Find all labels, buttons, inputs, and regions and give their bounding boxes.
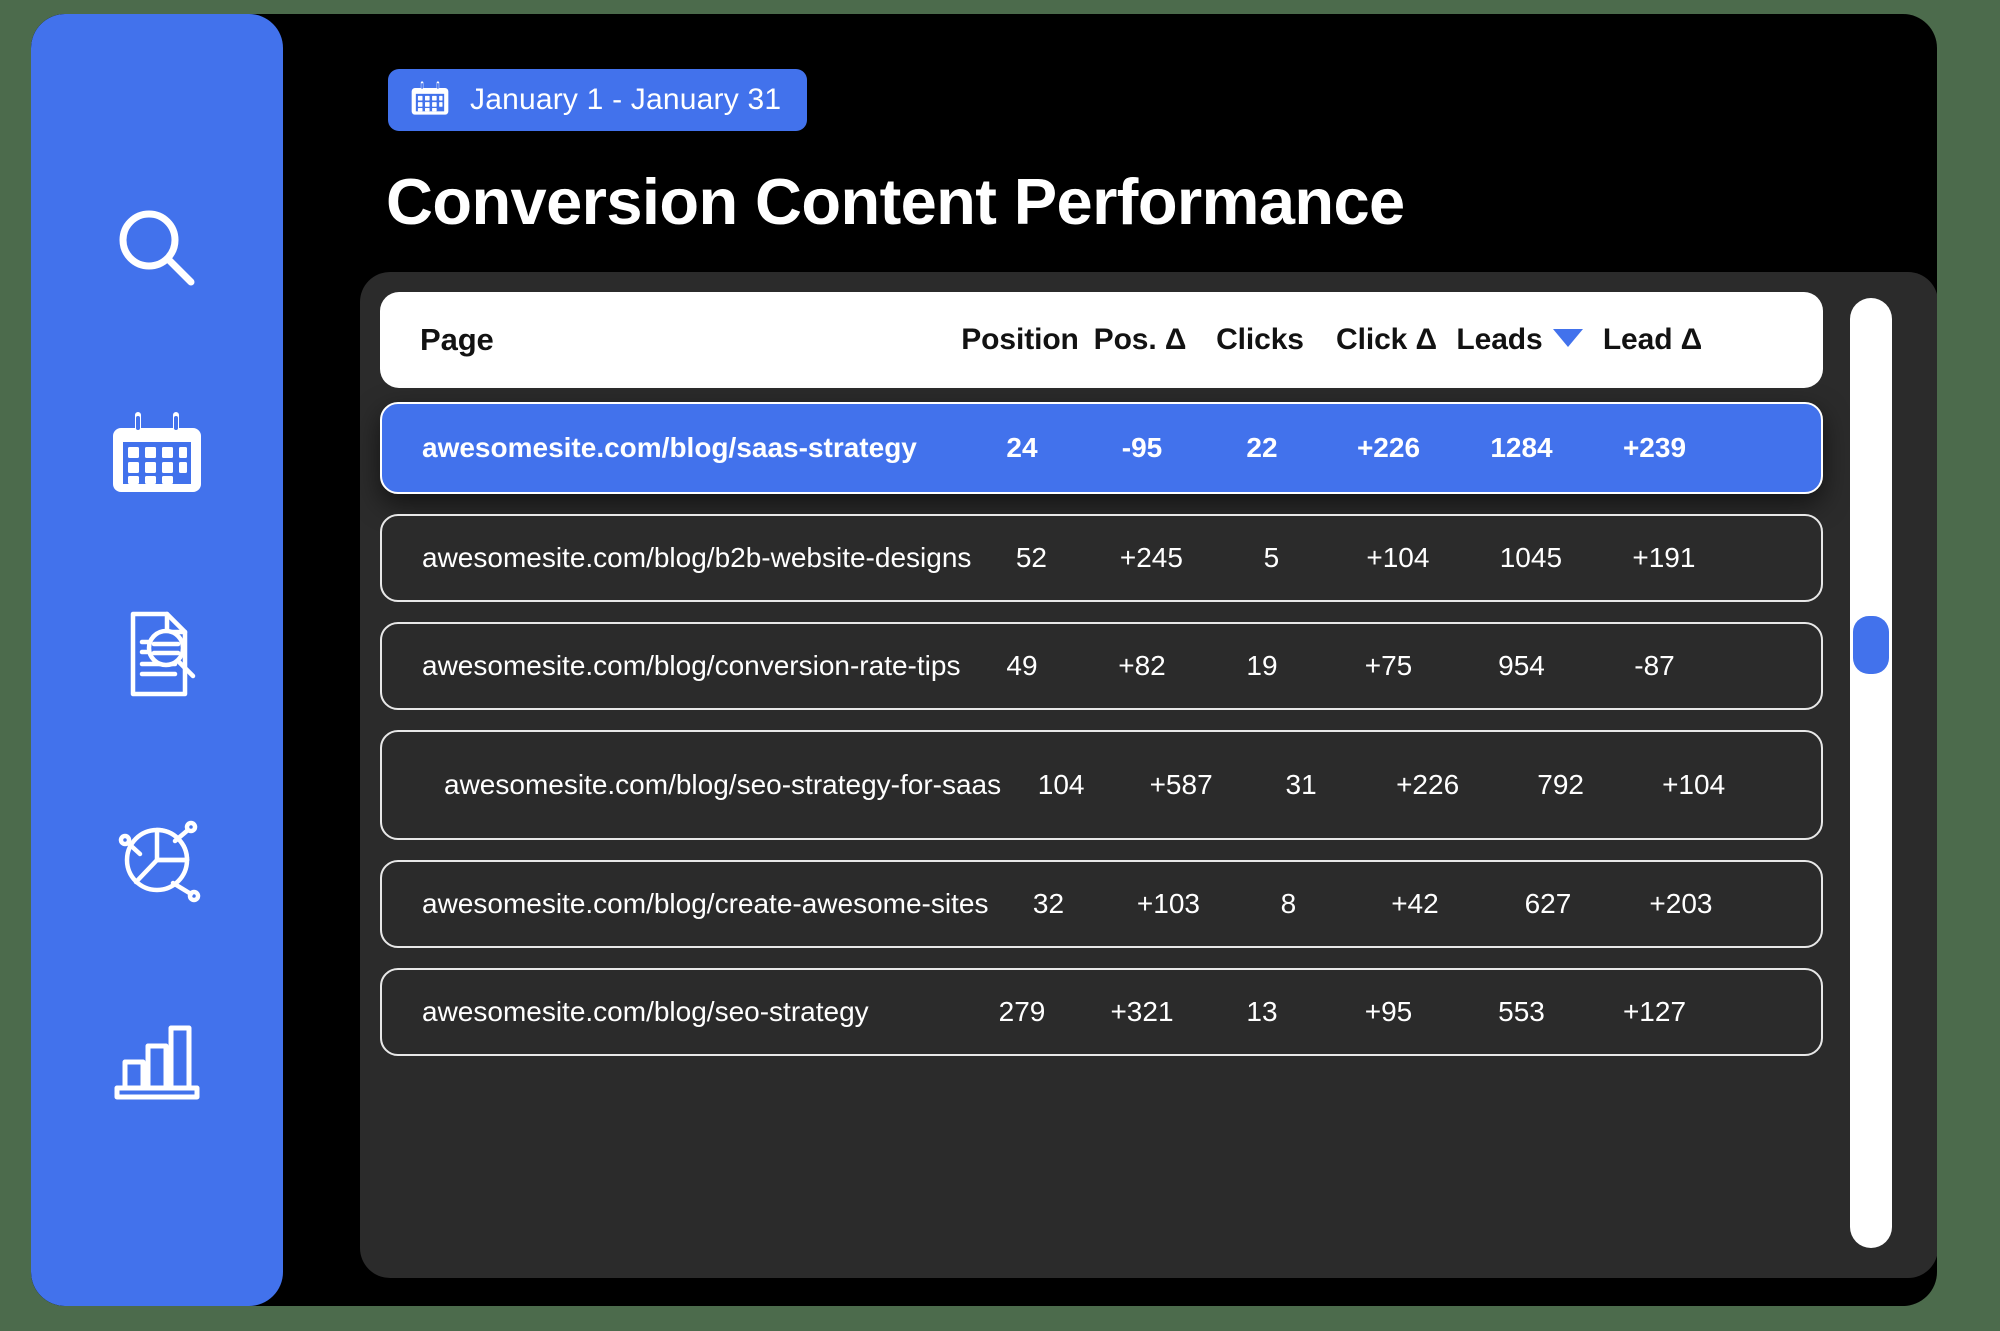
column-header-position[interactable]: Position	[960, 323, 1080, 357]
cell-click-delta: +95	[1364, 996, 1413, 1027]
sidebar	[31, 14, 283, 1306]
cell-pos-delta: +103	[1136, 888, 1200, 919]
bar-chart-icon	[109, 1010, 205, 1106]
cell-click-delta: +226	[1356, 432, 1421, 463]
cell-pos-delta: +321	[1110, 996, 1174, 1027]
column-header-page[interactable]: Page	[380, 322, 960, 358]
cell-click-delta: +42	[1391, 888, 1439, 919]
cell-clicks: 22	[1246, 432, 1278, 463]
cell-page: awesomesite.com/blog/create-awesome-site…	[422, 888, 989, 919]
calendar-icon	[109, 404, 205, 500]
sidebar-item-calendar[interactable]	[93, 388, 221, 516]
cell-click-delta: +104	[1366, 542, 1430, 573]
cell-clicks: 31	[1285, 769, 1317, 800]
cell-page: awesomesite.com/blog/seo-strategy-for-sa…	[444, 769, 1002, 800]
column-header-leads-label: Leads	[1456, 323, 1543, 356]
cell-lead-delta: -87	[1634, 650, 1675, 681]
cell-click-delta: +75	[1364, 650, 1413, 681]
cell-lead-delta: +104	[1662, 769, 1726, 800]
cell-page: awesomesite.com/blog/b2b-website-designs	[422, 542, 972, 573]
cell-pos-delta: +587	[1149, 769, 1213, 800]
caret-down-icon[interactable]	[1552, 329, 1583, 347]
cell-pos-delta: +82	[1118, 650, 1166, 681]
cell-click-delta: +226	[1396, 769, 1460, 800]
cell-lead-delta: +191	[1632, 542, 1696, 573]
cell-lead-delta: +127	[1622, 996, 1687, 1027]
cell-position: 279	[998, 996, 1046, 1027]
cell-position: 32	[1032, 888, 1065, 919]
sidebar-item-search[interactable]	[93, 186, 221, 314]
table-body: awesomesite.com/blog/saas-strategy 24 -95 2…	[380, 402, 1823, 1076]
cell-position: 52	[1015, 542, 1047, 573]
sidebar-item-document-audit[interactable]	[93, 590, 221, 718]
cell-leads: 792	[1537, 769, 1584, 800]
cell-pos-delta: -95	[1121, 432, 1163, 463]
scrollbar-thumb[interactable]	[1853, 616, 1889, 674]
cell-page: awesomesite.com/blog/seo-strategy	[422, 996, 869, 1027]
table-row[interactable]: awesomesite.com/blog/conversion-rate-tip…	[380, 622, 1823, 710]
table-row[interactable]: awesomesite.com/blog/create-awesome-site…	[380, 860, 1823, 948]
cell-position: 104	[1037, 769, 1085, 800]
cell-clicks: 19	[1246, 650, 1278, 681]
cell-position: 24	[1006, 432, 1038, 463]
column-header-leads[interactable]: Leads	[1453, 323, 1586, 357]
table-row[interactable]: awesomesite.com/blog/saas-strategy 24 -95 2…	[380, 402, 1823, 494]
main-content: January 1 - January 31 Conversion Conten…	[283, 14, 1937, 1306]
sidebar-item-reports[interactable]	[93, 994, 221, 1122]
sidebar-item-analytics[interactable]	[93, 792, 221, 920]
content-performance-table: Page Position Pos. Δ Clicks Click Δ Lead…	[360, 272, 1937, 1278]
date-range-label: January 1 - January 31	[470, 83, 782, 116]
column-header-pos-delta[interactable]: Pos. Δ	[1080, 323, 1200, 357]
cell-position: 49	[1006, 650, 1038, 681]
pie-chart-icon	[109, 808, 205, 904]
cell-clicks: 13	[1246, 996, 1278, 1027]
app-window: January 1 - January 31 Conversion Conten…	[31, 14, 1937, 1306]
cell-leads: 553	[1498, 996, 1545, 1027]
cell-leads: 954	[1498, 650, 1545, 681]
column-header-click-delta[interactable]: Click Δ	[1320, 323, 1453, 357]
table-row[interactable]: awesomesite.com/blog/b2b-website-designs…	[380, 514, 1823, 602]
document-search-icon	[109, 606, 205, 702]
cell-leads: 1045	[1499, 542, 1563, 573]
cell-page: awesomesite.com/blog/saas-strategy	[422, 432, 917, 463]
cell-lead-delta: +203	[1649, 888, 1713, 919]
cell-lead-delta: +239	[1622, 432, 1687, 463]
cell-clicks: 8	[1280, 888, 1297, 919]
search-icon	[109, 202, 205, 298]
cell-page: awesomesite.com/blog/conversion-rate-tip…	[422, 650, 961, 681]
cell-leads: 627	[1524, 888, 1572, 919]
page-title: Conversion Content Performance	[386, 165, 1405, 238]
column-header-lead-delta[interactable]: Lead Δ	[1586, 323, 1719, 357]
column-header-clicks[interactable]: Clicks	[1200, 323, 1320, 357]
cell-pos-delta: +245	[1119, 542, 1183, 573]
calendar-icon	[410, 78, 450, 123]
table-row[interactable]: awesomesite.com/blog/seo-strategy-for-sa…	[380, 730, 1823, 840]
vertical-scrollbar[interactable]	[1850, 298, 1892, 1248]
cell-clicks: 5	[1263, 542, 1280, 573]
table-header-row: Page Position Pos. Δ Clicks Click Δ Lead…	[380, 292, 1823, 388]
cell-leads: 1284	[1490, 432, 1553, 463]
table-row[interactable]: awesomesite.com/blog/seo-strategy 279 +321…	[380, 968, 1823, 1056]
date-range-picker[interactable]: January 1 - January 31	[388, 69, 808, 131]
